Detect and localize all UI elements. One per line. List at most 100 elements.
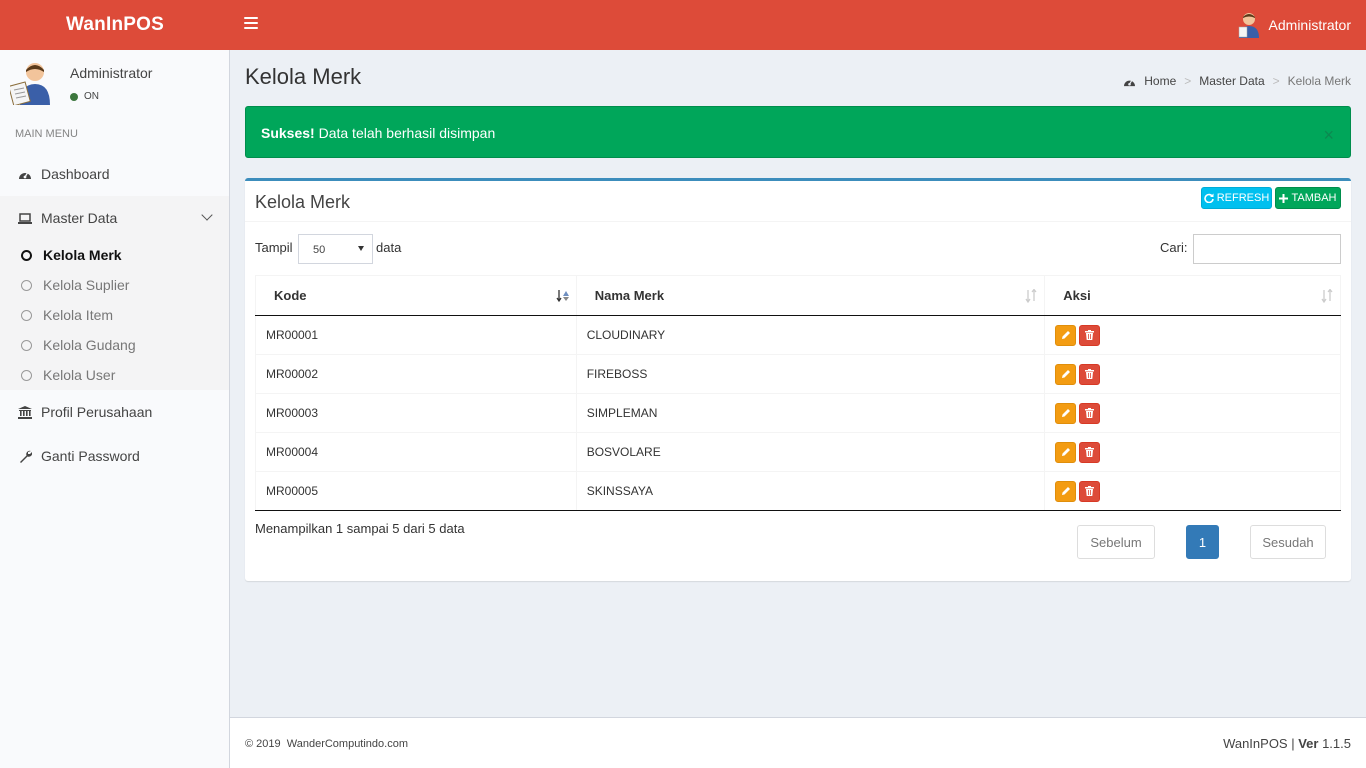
sidebar-item-kelola-item[interactable]: Kelola Item: [0, 300, 229, 330]
user-status-text: ON: [84, 91, 99, 102]
edit-button[interactable]: [1055, 402, 1077, 424]
sidebar-item-kelola-user[interactable]: Kelola User: [0, 360, 229, 390]
box-title: Kelola Merk: [255, 192, 351, 212]
cell-nama-merk: CLOUDINARY: [575, 315, 1046, 355]
footer-ver-label: Ver: [1298, 736, 1319, 751]
delete-button[interactable]: [1079, 402, 1101, 424]
top-user-name: Administrator: [1268, 17, 1351, 33]
sort-both-icon: [1321, 289, 1333, 303]
column-header-label: Kode: [274, 288, 307, 303]
column-header-nama-merk[interactable]: Nama Merk: [575, 275, 1046, 316]
sidebar-item-master-data[interactable]: Master Data: [0, 196, 229, 240]
pagination-prev-button[interactable]: Sebelum: [1077, 525, 1155, 559]
footer: © 2019 WanderComputindo.com WanInPOS | V…: [230, 717, 1366, 768]
trash-icon: [1085, 447, 1095, 457]
submenu-label: Kelola Item: [43, 307, 114, 323]
page-length-select[interactable]: 50: [298, 234, 373, 264]
breadcrumb-master-data[interactable]: Master Data: [1199, 74, 1264, 88]
sidebar-item-kelola-suplier[interactable]: Kelola Suplier: [0, 270, 229, 300]
breadcrumb: Home > Master Data > Kelola Merk: [1123, 74, 1351, 88]
success-alert: Sukses! Data telah berhasil disimpan ×: [245, 106, 1351, 158]
plus-icon: [1279, 193, 1289, 203]
sort-both-icon: [1025, 289, 1037, 303]
close-icon[interactable]: ×: [1323, 125, 1334, 146]
alert-strong: Sukses!: [261, 125, 315, 141]
edit-button[interactable]: [1055, 480, 1077, 502]
sidebar-item-label: Ganti Password: [41, 448, 140, 464]
online-dot-icon: [70, 92, 78, 101]
table-row: MR00003 SIMPLEMAN: [255, 393, 1341, 433]
sidebar-item-kelola-gudang[interactable]: Kelola Gudang: [0, 330, 229, 360]
edit-button[interactable]: [1055, 441, 1077, 463]
sidebar-item-label: Profil Perusahaan: [41, 404, 153, 420]
menu-header: MAIN MENU: [15, 128, 78, 140]
submenu-label: Kelola Merk: [43, 247, 122, 263]
wrench-icon: [18, 449, 32, 463]
search-label: Cari:: [1160, 240, 1188, 255]
circle-icon: [21, 249, 32, 261]
alert-message: Data telah berhasil disimpan: [318, 125, 496, 141]
sidebar-item-label: Master Data: [41, 210, 118, 226]
length-label: Tampil: [255, 240, 293, 255]
column-header-aksi[interactable]: Aksi: [1044, 275, 1341, 316]
footer-copyright: © 2019 WanderComputindo.com: [245, 738, 409, 750]
table-info: Menampilkan 1 sampai 5 dari 5 data: [255, 521, 465, 536]
delete-button[interactable]: [1079, 441, 1101, 463]
user-menu[interactable]: Administrator: [1237, 12, 1351, 38]
trash-icon: [1085, 486, 1095, 496]
cell-kode: MR00001: [255, 315, 577, 355]
column-header-label: Nama Merk: [594, 288, 665, 303]
sidebar: Administrator ON MAIN MENU Dashboard Mas…: [0, 50, 230, 768]
circle-icon: [21, 369, 32, 381]
trash-icon: [1085, 330, 1095, 340]
cell-nama-merk: SKINSSAYA: [575, 471, 1046, 511]
pagination-next-button[interactable]: Sesudah: [1250, 525, 1326, 559]
sidebar-item-kelola-merk[interactable]: Kelola Merk: [0, 240, 229, 270]
box-divider: [245, 221, 1351, 222]
master-data-submenu: Kelola Merk Kelola Suplier Kelola Item K…: [0, 240, 229, 390]
sidebar-item-label: Dashboard: [41, 166, 110, 182]
delete-button[interactable]: [1079, 480, 1101, 502]
user-panel: Administrator ON: [0, 50, 229, 120]
sidebar-toggle-icon[interactable]: [244, 17, 258, 31]
table-row: MR00002 FIREBOSS: [255, 354, 1341, 394]
table-row: MR00004 BOSVOLARE: [255, 432, 1341, 472]
sidebar-item-ganti-password[interactable]: Ganti Password: [0, 434, 229, 478]
cell-kode: MR00003: [255, 393, 577, 433]
submenu-label: Kelola Gudang: [43, 337, 136, 353]
length-suffix: data: [376, 240, 402, 255]
sidebar-item-dashboard[interactable]: Dashboard: [0, 152, 229, 196]
add-button[interactable]: TAMBAH: [1275, 187, 1341, 209]
breadcrumb-home[interactable]: Home: [1144, 74, 1176, 88]
dashboard-icon: [1124, 78, 1136, 86]
cell-aksi: [1044, 432, 1341, 472]
submenu-label: Kelola Suplier: [43, 277, 130, 293]
cell-kode: MR00005: [255, 471, 577, 511]
chevron-down-icon: [201, 209, 213, 221]
delete-button[interactable]: [1079, 324, 1101, 346]
circle-icon: [21, 339, 32, 351]
edit-button[interactable]: [1055, 324, 1077, 346]
search-input[interactable]: [1193, 234, 1341, 264]
pencil-icon: [1061, 448, 1070, 456]
cell-aksi: [1044, 471, 1341, 511]
refresh-button[interactable]: REFRESH: [1201, 187, 1272, 209]
breadcrumb-separator: >: [1184, 74, 1192, 88]
sidebar-item-profil-perusahaan[interactable]: Profil Perusahaan: [0, 390, 229, 434]
cell-nama-merk: FIREBOSS: [575, 354, 1046, 394]
pagination-page-button[interactable]: 1: [1186, 525, 1219, 559]
cell-aksi: [1044, 393, 1341, 433]
edit-button[interactable]: [1055, 363, 1077, 385]
delete-button[interactable]: [1079, 363, 1101, 385]
avatar: [10, 63, 50, 105]
cell-aksi: [1044, 315, 1341, 355]
page-length-value: 50: [313, 244, 326, 256]
app-logo[interactable]: WanInPOS: [0, 0, 230, 50]
submenu-label: Kelola User: [43, 367, 116, 383]
cell-aksi: [1044, 354, 1341, 394]
footer-app-name: WanInPOS |: [1223, 736, 1299, 751]
refresh-label: REFRESH: [1216, 192, 1270, 204]
column-header-kode[interactable]: Kode: [255, 275, 577, 316]
column-header-label: Aksi: [1063, 288, 1091, 303]
cell-kode: MR00004: [255, 432, 577, 472]
